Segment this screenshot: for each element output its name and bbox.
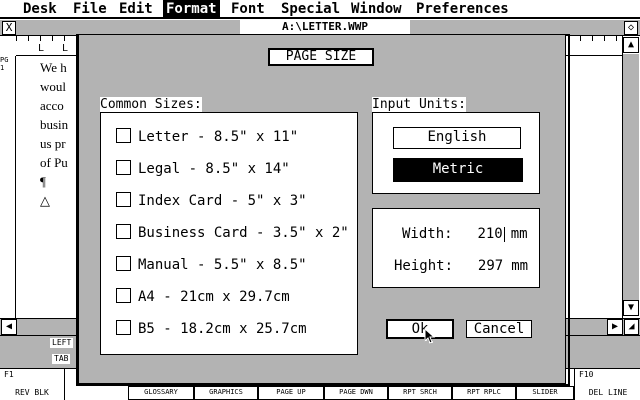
doc-line: acco xyxy=(40,98,64,113)
height-unit: mm xyxy=(511,258,529,274)
fkey-graphics[interactable]: GRAPHICS xyxy=(194,386,258,400)
doc-line: woul xyxy=(40,79,66,94)
width-unit: mm xyxy=(510,226,528,242)
menu-window[interactable]: Window xyxy=(348,0,405,18)
menu-special[interactable]: Special xyxy=(278,0,343,18)
status-tab-label: TAB xyxy=(52,354,71,364)
menu-bar: Desk File Edit Format Font Special Windo… xyxy=(0,0,640,19)
width-field[interactable]: 210 xyxy=(477,226,502,242)
document-text[interactable]: We h woul acco busin us pr of Pu ¶ △ xyxy=(40,58,76,218)
menu-format[interactable]: Format xyxy=(163,0,220,18)
width-label: Width: xyxy=(402,226,453,242)
doc-line: busin xyxy=(40,117,69,132)
mouse-pointer-icon xyxy=(424,328,436,344)
height-field[interactable]: 297 xyxy=(478,258,503,274)
text-cursor xyxy=(503,226,505,242)
size-option-b5[interactable]: B5 - 18.2cm x 25.7cm xyxy=(116,319,307,338)
size-option-legal[interactable]: Legal - 8.5" x 14" xyxy=(116,159,290,178)
vertical-scroll-track[interactable] xyxy=(623,54,639,300)
status-left-label: LEFT xyxy=(50,338,74,348)
fkey-repeat-search[interactable]: RPT SRCH xyxy=(388,386,452,400)
fkey-number: F10 xyxy=(579,370,594,379)
checkbox[interactable] xyxy=(116,319,131,335)
fkey-glossary[interactable]: GLOSSARY xyxy=(128,386,194,400)
fkey-label: REV BLK xyxy=(15,388,49,397)
doc-line: We h xyxy=(40,60,67,75)
end-mark: △ xyxy=(40,193,50,208)
size-option-label: Letter - 8.5" x 11" xyxy=(138,129,299,145)
scroll-up-arrow-icon[interactable]: ▲ xyxy=(623,37,639,53)
paragraph-mark: ¶ xyxy=(40,174,46,189)
checkbox[interactable] xyxy=(116,223,131,239)
units-english-button[interactable]: English xyxy=(393,127,521,149)
left-margin-strip xyxy=(0,56,16,318)
ruler-margin-mark[interactable]: L xyxy=(38,44,44,54)
scroll-right-arrow-icon[interactable]: ▶ xyxy=(607,319,623,335)
fkey-page-up[interactable]: PAGE UP xyxy=(258,386,324,400)
size-option-business-card[interactable]: Business Card - 3.5" x 2" xyxy=(116,223,349,242)
size-option-label: B5 - 18.2cm x 25.7cm xyxy=(138,321,307,337)
menu-file[interactable]: File xyxy=(70,0,110,18)
size-option-letter[interactable]: Letter - 8.5" x 11" xyxy=(116,127,299,146)
fkey-slider[interactable]: SLIDER xyxy=(516,386,574,400)
window-title: A:\LETTER.WWP xyxy=(240,20,410,34)
close-box[interactable]: X xyxy=(2,21,16,35)
dialog-title: PAGE SIZE xyxy=(268,48,374,66)
ruler-tab-mark[interactable]: L xyxy=(62,44,68,54)
fkey-label: DEL LINE xyxy=(588,388,628,397)
size-option-label: A4 - 21cm x 29.7cm xyxy=(138,289,290,305)
size-option-label: Manual - 5.5" x 8.5" xyxy=(138,257,307,273)
size-option-manual[interactable]: Manual - 5.5" x 8.5" xyxy=(116,255,307,274)
size-option-label: Legal - 8.5" x 14" xyxy=(138,161,290,177)
dimensions-group xyxy=(372,208,540,288)
menu-preferences[interactable]: Preferences xyxy=(413,0,512,18)
units-metric-button[interactable]: Metric xyxy=(393,158,523,182)
checkbox[interactable] xyxy=(116,191,131,207)
page-marker: PG 1 xyxy=(0,56,9,72)
checkbox[interactable] xyxy=(116,159,131,175)
size-option-a4[interactable]: A4 - 21cm x 29.7cm xyxy=(116,287,290,306)
menu-desk[interactable]: Desk xyxy=(20,0,60,18)
fkey-number: F1 xyxy=(4,370,14,379)
size-option-index-card[interactable]: Index Card - 5" x 3" xyxy=(116,191,307,210)
menu-font[interactable]: Font xyxy=(228,0,268,18)
height-label: Height: xyxy=(394,258,454,274)
scroll-down-arrow-icon[interactable]: ▼ xyxy=(623,300,639,316)
fuller-box[interactable]: ◇ xyxy=(624,21,638,35)
fkey-repeat-replace[interactable]: RPT RPLC xyxy=(452,386,516,400)
common-sizes-label: Common Sizes: xyxy=(100,97,202,112)
fkey-f10[interactable]: F10 DEL LINE xyxy=(574,368,640,400)
menu-edit[interactable]: Edit xyxy=(116,0,156,18)
ok-button[interactable]: Ok xyxy=(386,319,454,339)
input-units-label: Input Units: xyxy=(372,97,466,112)
size-option-label: Index Card - 5" x 3" xyxy=(138,193,307,209)
height-row: Height: 297 mm xyxy=(394,257,528,275)
checkbox[interactable] xyxy=(116,255,131,271)
scroll-left-arrow-icon[interactable]: ◀ xyxy=(1,319,17,335)
resize-box-icon[interactable]: ◢ xyxy=(624,319,639,335)
checkbox[interactable] xyxy=(116,287,131,303)
doc-line: of Pu xyxy=(40,155,68,170)
doc-line: us pr xyxy=(40,136,66,151)
size-option-label: Business Card - 3.5" x 2" xyxy=(138,225,349,241)
fkey-page-down[interactable]: PAGE DWN xyxy=(324,386,388,400)
cancel-button[interactable]: Cancel xyxy=(466,320,532,338)
checkbox[interactable] xyxy=(116,127,131,143)
width-row: Width: 210 mm xyxy=(402,225,528,243)
fkey-f1[interactable]: F1 REV BLK xyxy=(0,368,65,400)
